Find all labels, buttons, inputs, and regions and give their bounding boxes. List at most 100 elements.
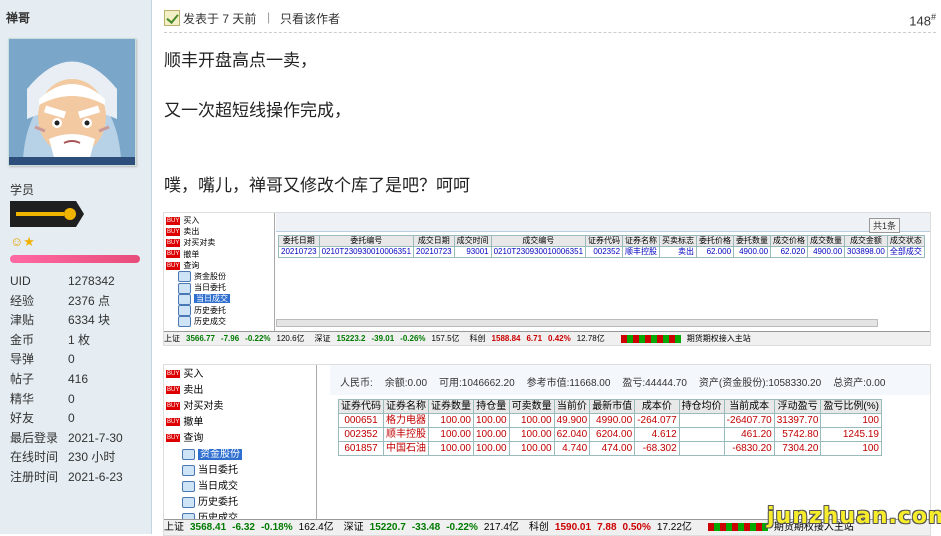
table-cell: 4900.00 bbox=[733, 246, 772, 258]
folder-icon bbox=[182, 496, 195, 508]
menu-item[interactable]: 当日委托 bbox=[182, 461, 238, 476]
column-header[interactable]: 可卖数量 bbox=[508, 399, 555, 414]
table-row[interactable]: 601857 中国石油 100.00 100.00 100.00 4.740 474.00-… bbox=[338, 441, 882, 456]
column-header[interactable]: 成交时间 bbox=[453, 235, 492, 247]
stat-row: UID 1278342 bbox=[10, 272, 150, 292]
menu-item-label: 历史委托 bbox=[198, 497, 238, 508]
stat-value[interactable]: 0 bbox=[68, 409, 75, 429]
table-row[interactable]: 000651 格力电器 100.00 100.00 100.00 49.900 4990.0… bbox=[338, 413, 882, 428]
stat-value[interactable]: 230 小时 bbox=[68, 448, 115, 468]
table-row[interactable]: 002352 顺丰控股 100.00 100.00 100.00 62.040 6204.0… bbox=[338, 427, 882, 442]
floor-number[interactable]: 148# bbox=[909, 12, 936, 28]
column-header[interactable]: 最新市值 bbox=[589, 399, 636, 414]
column-header[interactable]: 证券代码 bbox=[338, 399, 384, 414]
column-header[interactable]: 盈亏比例(%) bbox=[820, 399, 882, 414]
menu-icon: BUY bbox=[166, 434, 181, 443]
table-cell: 100.00 bbox=[508, 441, 555, 456]
menu-item[interactable]: BUY 对买对卖 bbox=[166, 397, 223, 412]
column-header[interactable]: 委托编号 bbox=[318, 235, 415, 247]
stat-key: 津贴 bbox=[10, 313, 35, 328]
column-header[interactable]: 浮动盈亏 bbox=[773, 399, 822, 414]
author-only-link[interactable]: 只看该作者 bbox=[280, 10, 340, 27]
column-header[interactable]: 委托数量 bbox=[733, 235, 772, 247]
post-content: 发表于 7 天前 | 只看该作者 148# 顺丰开盘高点一卖， 又一次超短线操作… bbox=[152, 0, 941, 536]
table-cell: 4990.00 bbox=[589, 413, 636, 428]
table-cell bbox=[678, 427, 725, 442]
status-sh_pct: -0.18% bbox=[260, 522, 293, 533]
summary-assets: 资产(资金股份):1058330.20 bbox=[698, 378, 822, 389]
folder-icon bbox=[178, 304, 191, 316]
column-header[interactable]: 证券名称 bbox=[383, 399, 429, 414]
menu-item[interactable]: 历史委托 bbox=[178, 304, 226, 316]
menu-item[interactable]: 资金股份 bbox=[178, 271, 226, 283]
table-cell: 20210723 bbox=[278, 246, 320, 258]
column-header[interactable]: 委托价格 bbox=[696, 235, 735, 247]
column-header[interactable]: 当前价 bbox=[553, 399, 591, 414]
table-cell: 卖出 bbox=[659, 246, 698, 258]
avatar[interactable] bbox=[8, 38, 136, 166]
menu-item-label: 历史成交 bbox=[194, 316, 226, 326]
column-header[interactable]: 成交价格 bbox=[770, 235, 809, 247]
author-name[interactable]: 禅哥 bbox=[6, 9, 30, 26]
menu-item[interactable]: BUY 撤单 bbox=[166, 249, 199, 260]
menu-item[interactable]: BUY 卖出 bbox=[166, 226, 199, 237]
star-medal-icon[interactable]: ★ bbox=[23, 234, 35, 249]
table-cell: 461.20 bbox=[723, 427, 775, 442]
menu-item[interactable]: 当日委托 bbox=[178, 282, 226, 294]
menu-item[interactable]: BUY 查询 bbox=[166, 260, 199, 271]
table-cell: 格力电器 bbox=[383, 413, 429, 428]
stat-value[interactable]: 416 bbox=[68, 370, 88, 390]
menu-item[interactable]: BUY 卖出 bbox=[166, 381, 203, 396]
menu-item[interactable]: 历史委托 bbox=[182, 493, 238, 508]
column-header[interactable]: 持仓均价 bbox=[678, 399, 725, 414]
menu-item[interactable]: 当日成交 bbox=[182, 477, 238, 492]
stat-value[interactable]: 1278342 bbox=[68, 272, 115, 292]
table-row[interactable]: 20210723 0210T230930010006351 20210723 9300… bbox=[278, 246, 925, 258]
user-group[interactable]: 学员 bbox=[10, 181, 34, 198]
status-sh: 3566.77 bbox=[186, 334, 215, 343]
column-header[interactable]: 当前成本 bbox=[723, 399, 775, 414]
status-sz: 15220.7 bbox=[369, 522, 406, 533]
status-sh: 3568.41 bbox=[190, 522, 227, 533]
stat-value[interactable]: 6334 块 bbox=[68, 311, 110, 331]
stat-value[interactable]: 2021-7-30 bbox=[68, 429, 123, 449]
stat-value[interactable]: 2376 点 bbox=[68, 292, 110, 312]
post-line-3: 噗，嘴儿，禅哥又修改个库了是吧？呵呵 bbox=[164, 176, 470, 195]
column-header[interactable]: 成本价 bbox=[634, 399, 680, 414]
menu-item[interactable]: BUY 查询 bbox=[166, 429, 203, 444]
stat-row: 津贴 6334 块 bbox=[10, 311, 150, 331]
column-header[interactable]: 买卖标志 bbox=[659, 235, 698, 247]
column-header[interactable]: 委托日期 bbox=[278, 235, 320, 247]
column-header[interactable]: 持仓量 bbox=[473, 399, 510, 414]
column-header[interactable]: 证券名称 bbox=[622, 235, 661, 247]
futures-link[interactable]: 期货期权接入主站 bbox=[687, 334, 751, 343]
column-header[interactable]: 成交日期 bbox=[413, 235, 455, 247]
column-header[interactable]: 成交编号 bbox=[490, 235, 587, 247]
column-header[interactable]: 证券数量 bbox=[428, 399, 474, 414]
status-cy_chg: 7.88 bbox=[597, 522, 617, 533]
menu-item-label: 当日成交 bbox=[194, 294, 230, 304]
stat-value[interactable]: 0 bbox=[68, 350, 75, 370]
column-header[interactable]: 证券代码 bbox=[585, 235, 624, 247]
menu-item[interactable]: 资金股份 bbox=[182, 445, 242, 460]
menu-item[interactable]: BUY 买入 bbox=[166, 215, 199, 226]
stat-value[interactable]: 0 bbox=[68, 390, 75, 410]
stat-value[interactable]: 1 枚 bbox=[68, 331, 90, 351]
smile-medal-icon[interactable]: ☺ bbox=[10, 234, 23, 249]
column-header[interactable]: 成交状态 bbox=[886, 235, 925, 247]
menu-item[interactable]: BUY 撤单 bbox=[166, 413, 203, 428]
menu-item[interactable]: BUY 买入 bbox=[166, 365, 203, 380]
table-cell: 100.00 bbox=[428, 441, 474, 456]
menu-item[interactable]: BUY 对买对卖 bbox=[166, 237, 215, 248]
rank-icon bbox=[10, 201, 84, 227]
horizontal-scrollbar[interactable] bbox=[276, 319, 878, 327]
medal-icons[interactable]: ☺★ bbox=[10, 234, 35, 250]
column-header[interactable]: 成交金额 bbox=[844, 235, 888, 247]
menu-item[interactable]: 当日成交 bbox=[178, 293, 230, 305]
menu-icon: BUY bbox=[166, 228, 181, 237]
stat-value[interactable]: 2021-6-23 bbox=[68, 468, 123, 488]
stat-key: 金币 bbox=[10, 332, 35, 347]
menu-item[interactable]: 历史成交 bbox=[178, 316, 226, 328]
column-header[interactable]: 成交数量 bbox=[807, 235, 846, 247]
post-line-2: 又一次超短线操作完成， bbox=[164, 101, 351, 120]
